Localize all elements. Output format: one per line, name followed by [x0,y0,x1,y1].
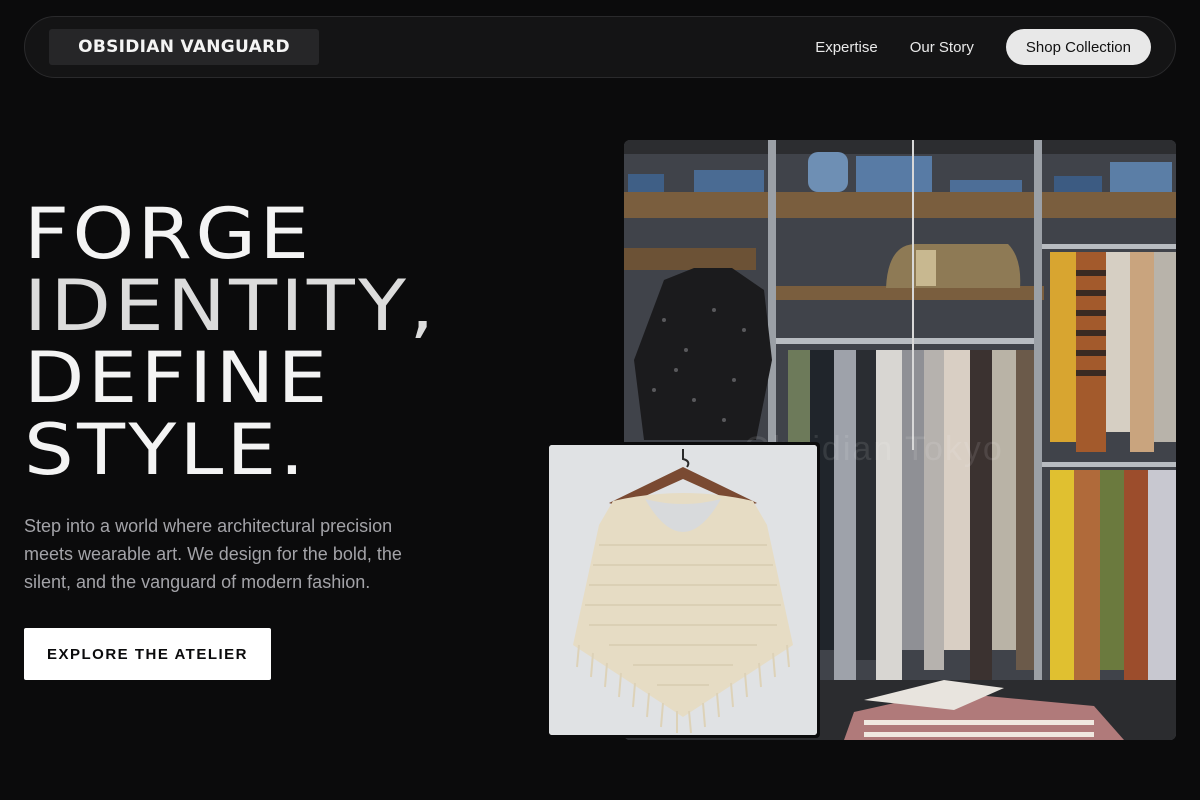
hero-subtext: Step into a world where architectural pr… [24,516,402,592]
nav-link-expertise[interactable]: Expertise [815,39,878,56]
hero-headline: FORGE IDENTITY, DEFINE STYLE. [24,198,438,486]
headline-line-2: IDENTITY, [24,265,438,347]
nav-link-our-story[interactable]: Our Story [910,39,974,56]
brand-logo[interactable]: OBSIDIAN VANGUARD [49,29,319,65]
headline-line-4: STYLE. [24,409,308,491]
shop-collection-button[interactable]: Shop Collection [1005,29,1151,65]
top-nav: OBSIDIAN VANGUARD Expertise Our Story Sh… [24,16,1176,78]
nav-links: Expertise Our Story Shop Collection [815,29,1151,65]
headline-line-3: DEFINE [24,337,331,419]
explore-atelier-button[interactable]: EXPLORE THE ATELIER [24,628,271,680]
poncho-product-image [549,445,817,735]
headline-line-1: FORGE [24,193,313,275]
product-card [546,442,820,738]
